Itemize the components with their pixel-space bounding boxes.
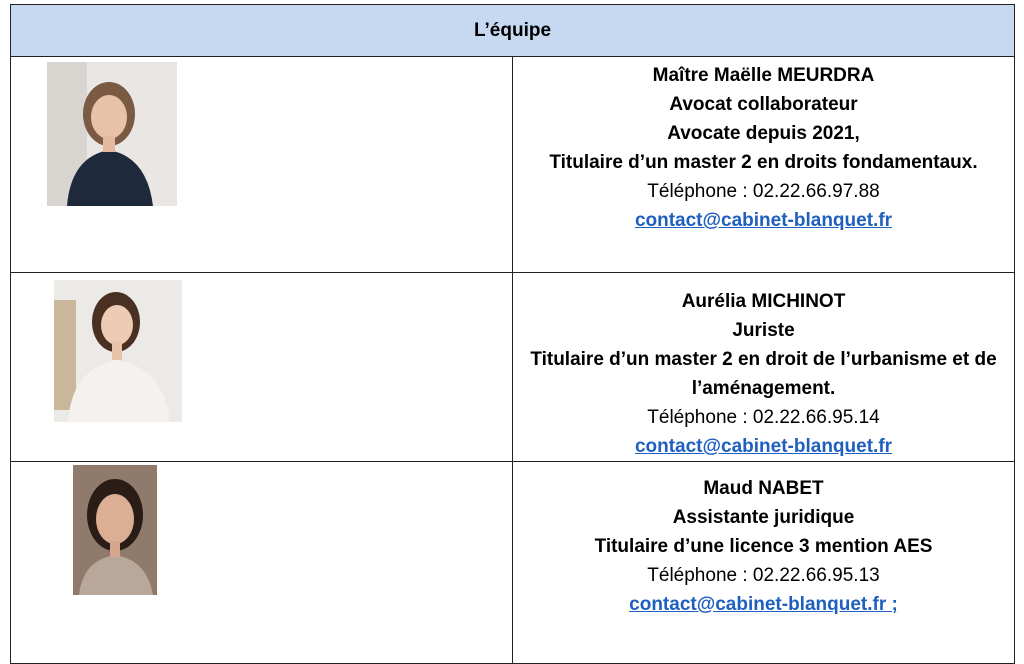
member-degree: Titulaire d’un master 2 en droits fondam… xyxy=(549,152,978,173)
member-info-2: Aurélia MICHINOT Juriste Titulaire d’un … xyxy=(512,272,1015,462)
member-role: Avocat collaborateur xyxy=(669,94,858,115)
member-photo-1 xyxy=(47,62,177,206)
member-phone: Téléphone : 02.22.66.97.88 xyxy=(647,181,880,202)
member-row: Aurélia MICHINOT Juriste Titulaire d’un … xyxy=(10,272,1015,462)
member-email-text: contact@cabinet-blanquet.fr xyxy=(629,594,887,615)
member-email-link[interactable]: contact@cabinet-blanquet.fr xyxy=(635,206,892,235)
member-row: Maud NABET Assistante juridique Titulair… xyxy=(10,461,1015,664)
member-photo-2 xyxy=(54,280,182,422)
member-email-link[interactable]: contact@cabinet-blanquet.fr xyxy=(635,432,892,461)
member-detail: Avocate depuis 2021, xyxy=(667,123,860,144)
member-role: Juriste xyxy=(732,320,795,341)
photo-cell xyxy=(10,461,513,664)
table-title: L’équipe xyxy=(10,4,1015,57)
member-name: Maître Maëlle MEURDRA xyxy=(652,65,875,86)
photo-cell xyxy=(10,56,513,273)
member-photo-3 xyxy=(73,465,157,595)
member-degree: Titulaire d’un master 2 en droit de l’ur… xyxy=(530,349,997,399)
header-row: L’équipe xyxy=(10,4,1015,57)
member-name: Maud NABET xyxy=(703,478,824,499)
member-name: Aurélia MICHINOT xyxy=(681,291,846,312)
member-phone: Téléphone : 02.22.66.95.13 xyxy=(647,565,880,586)
member-row: Maître Maëlle MEURDRA Avocat collaborate… xyxy=(10,56,1015,273)
photo-cell xyxy=(10,272,513,462)
member-email-link[interactable]: contact@cabinet-blanquet.fr ; xyxy=(629,590,898,619)
member-info-3: Maud NABET Assistante juridique Titulair… xyxy=(512,461,1015,664)
member-phone: Téléphone : 02.22.66.95.14 xyxy=(647,407,880,428)
member-role: Assistante juridique xyxy=(672,507,855,528)
member-degree: Titulaire d’une licence 3 mention AES xyxy=(594,536,933,557)
team-table: L’équipe Maître Maëlle MEURDRA Avocat co… xyxy=(10,4,1015,664)
member-info-1: Maître Maëlle MEURDRA Avocat collaborate… xyxy=(512,56,1015,273)
member-email-suffix: ; xyxy=(886,594,898,615)
